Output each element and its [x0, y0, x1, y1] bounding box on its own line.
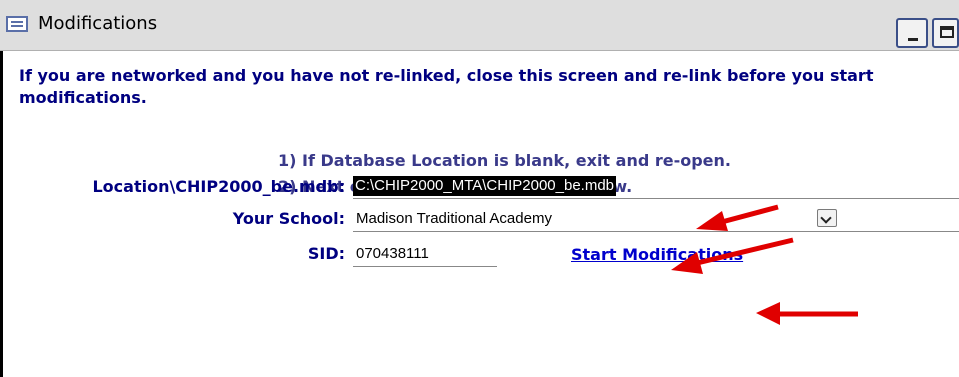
- maximize-button[interactable]: [932, 18, 959, 48]
- sid-label: SID:: [307, 244, 345, 263]
- minimize-button[interactable]: [896, 18, 928, 48]
- window-title: Modifications: [38, 13, 158, 34]
- start-modifications-arrow: [756, 302, 858, 325]
- location-value[interactable]: C:\CHIP2000_MTA\CHIP2000_be.mdb: [353, 176, 617, 196]
- school-arrow: [671, 237, 794, 274]
- relink-warning: If you are networked and you have not re…: [19, 66, 874, 107]
- instruction-step-1: 1) If Database Location is blank, exit a…: [278, 151, 731, 170]
- school-label: Your School:: [232, 209, 345, 228]
- chevron-down-icon[interactable]: [817, 209, 837, 227]
- location-label: Location\CHIP2000_be.mdb:: [92, 177, 345, 196]
- sid-field[interactable]: 070438111: [353, 243, 497, 267]
- school-combobox[interactable]: Madison Traditional Academy: [353, 208, 959, 232]
- location-field[interactable]: C:\CHIP2000_MTA\CHIP2000_be.mdb: [353, 175, 959, 199]
- form-icon: [6, 16, 28, 32]
- title-bar: Modifications: [0, 0, 959, 51]
- location-arrow: [696, 204, 779, 231]
